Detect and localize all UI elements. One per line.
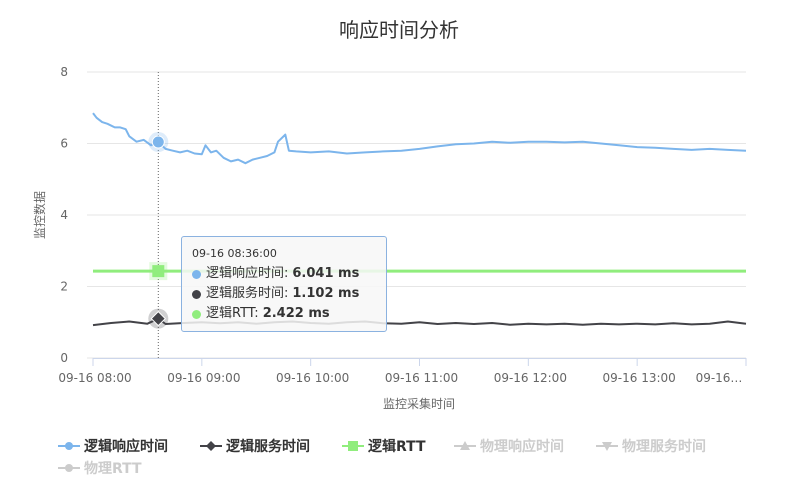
legend-item-logic-rtt[interactable]: 逻辑RTT — [342, 436, 426, 456]
x-tick-label: 09-16 08:00 — [58, 371, 131, 385]
legend-dot-icon — [192, 309, 201, 319]
x-tick-label: 09-16 11:00 — [385, 371, 458, 385]
legend-triangle-line-icon — [454, 441, 476, 450]
legend-item-logic-response[interactable]: 逻辑响应时间 — [58, 436, 168, 456]
tooltip-row-logic-response: 逻辑响应时间: 6.041 ms — [192, 264, 386, 284]
legend-label: 物理服务时间 — [622, 439, 706, 455]
legend-square-line-icon — [342, 441, 364, 451]
chart-title: 响应时间分析 — [339, 18, 459, 42]
x-tick-label: 09-16 12:00 — [494, 371, 567, 385]
tooltip-row-logic-service: 逻辑服务时间: 1.102 ms — [192, 284, 386, 304]
legend-label: 物理RTT — [84, 461, 142, 477]
y-tick-label: 0 — [60, 351, 68, 365]
legend-item-physical-rtt[interactable]: 物理RTT — [58, 458, 142, 478]
chart-tooltip: 09-16 08:36:00 逻辑响应时间: 6.041 ms 逻辑服务时间: … — [181, 236, 387, 332]
y-tick-label: 2 — [60, 280, 68, 294]
x-tick-label: 09-16… — [696, 371, 743, 385]
tooltip-label: 逻辑RTT: — [206, 306, 259, 321]
legend-dot-icon — [192, 269, 201, 279]
legend-label: 逻辑响应时间 — [84, 439, 168, 455]
tooltip-header: 09-16 08:36:00 — [192, 247, 277, 260]
y-tick-label: 8 — [60, 65, 68, 79]
legend-diamond-line-icon — [200, 441, 222, 451]
legend-label: 逻辑服务时间 — [226, 439, 310, 455]
series-line-logic-response — [92, 112, 747, 165]
hover-marker-logic-response — [151, 135, 165, 149]
chart-container: 响应时间分析 0 2 4 6 8 09-16 08:00 09-16 09:00 09-16 1… — [0, 0, 798, 489]
legend-circle-line-icon — [58, 442, 80, 450]
tooltip-value: 1.102 ms — [292, 286, 360, 301]
tooltip-value: 6.041 ms — [292, 266, 360, 281]
legend-label: 逻辑RTT — [368, 439, 426, 455]
legend-item-physical-service[interactable]: 物理服务时间 — [596, 436, 706, 456]
tooltip-value: 2.422 ms — [262, 306, 330, 321]
y-tick-label: 4 — [60, 208, 68, 222]
response-time-chart: 响应时间分析 0 2 4 6 8 09-16 08:00 09-16 09:00 09-16 1… — [32, 18, 747, 411]
legend-item-logic-service[interactable]: 逻辑服务时间 — [200, 436, 310, 456]
x-tick-label: 09-16 10:00 — [276, 371, 349, 385]
legend-item-physical-response[interactable]: 物理响应时间 — [454, 436, 564, 456]
y-axis-title: 监控数据 — [32, 191, 47, 239]
tooltip-row-logic-rtt: 逻辑RTT: 2.422 ms — [192, 304, 386, 324]
y-tick-label: 6 — [60, 137, 68, 151]
x-tick-label: 09-16 09:00 — [167, 371, 240, 385]
tooltip-label: 逻辑响应时间: — [206, 266, 289, 281]
tooltip-label: 逻辑服务时间: — [206, 286, 289, 301]
hover-marker-logic-rtt — [152, 265, 165, 278]
x-axis-title: 监控采集时间 — [383, 396, 455, 411]
legend-label: 物理响应时间 — [480, 439, 564, 455]
legend-dot-icon — [192, 289, 201, 299]
legend-triangle-down-line-icon — [596, 442, 618, 451]
x-tick-label: 09-16 13:00 — [603, 371, 676, 385]
legend-circle-line-icon — [58, 464, 80, 472]
